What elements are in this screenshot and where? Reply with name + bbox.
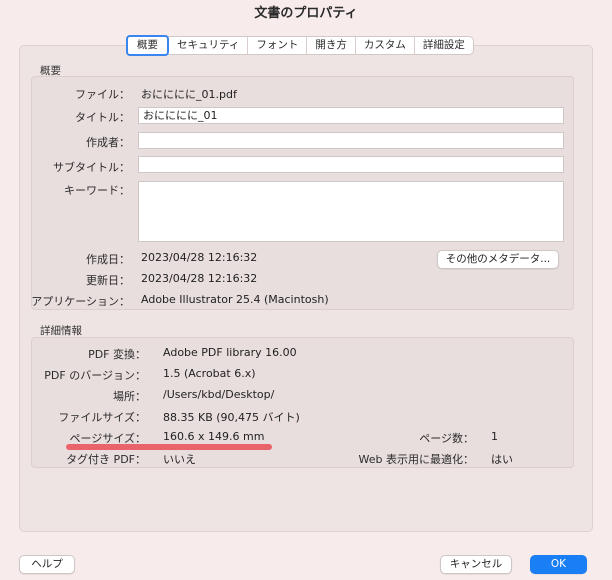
tab-custom[interactable]: カスタム	[356, 37, 415, 54]
location-value: /Users/kbd/Desktop/	[163, 388, 275, 401]
file-size-value: 88.35 KB (90,475 バイト)	[163, 411, 300, 424]
created-value: 2023/04/28 12:16:32	[141, 251, 258, 264]
more-metadata-button[interactable]: その他のメタデータ...	[437, 250, 559, 269]
doc-title-label: タイトル：	[75, 111, 130, 124]
file-label: ファイル：	[75, 88, 130, 101]
location-label: 場所：	[113, 390, 146, 403]
fast-web-view-value: はい	[491, 453, 513, 466]
tagged-pdf-value: いいえ	[163, 453, 196, 466]
file-size-label: ファイルサイズ：	[58, 411, 146, 424]
help-button[interactable]: ヘルプ	[19, 555, 75, 574]
keywords-label: キーワード：	[64, 184, 130, 197]
tab-security[interactable]: セキュリティ	[169, 37, 249, 54]
keywords-field[interactable]	[138, 181, 564, 242]
details-section-title: 詳細情報	[40, 325, 82, 337]
tab-initial-view[interactable]: 開き方	[307, 37, 356, 54]
cancel-button[interactable]: キャンセル	[440, 555, 512, 574]
modified-value: 2023/04/28 12:16:32	[141, 272, 258, 285]
window-title: 文書のプロパティ	[254, 6, 358, 21]
tab-bar: 概要 セキュリティ フォント 開き方 カスタム 詳細設定	[126, 35, 474, 56]
created-label: 作成日：	[86, 253, 130, 266]
tagged-pdf-label: タグ付き PDF：	[66, 453, 146, 466]
pdf-producer-value: Adobe PDF library 16.00	[163, 346, 297, 359]
fast-web-view-label: Web 表示用に最適化：	[358, 453, 474, 466]
file-value: おにににに_01.pdf	[141, 88, 237, 101]
tab-advanced[interactable]: 詳細設定	[415, 37, 473, 54]
application-value: Adobe Illustrator 25.4 (Macintosh)	[141, 293, 329, 306]
page-size-highlight-underline	[66, 444, 272, 450]
modified-label: 更新日：	[86, 274, 130, 287]
tab-summary[interactable]: 概要	[126, 35, 169, 56]
author-field[interactable]	[138, 132, 564, 149]
pdf-version-label: PDF のバージョン：	[44, 369, 146, 382]
page-count-value: 1	[491, 430, 498, 443]
page-size-value: 160.6 x 149.6 mm	[163, 430, 265, 443]
application-label: アプリケーション：	[31, 295, 130, 308]
subtitle-label: サブタイトル：	[53, 161, 130, 174]
tab-fonts[interactable]: フォント	[248, 37, 308, 54]
author-label: 作成者：	[86, 136, 130, 149]
doc-title-field[interactable]: おにににに_01	[138, 107, 564, 124]
ok-button[interactable]: OK	[530, 555, 587, 574]
page-count-label: ページ数：	[419, 432, 474, 445]
pdf-producer-label: PDF 変換：	[88, 348, 146, 361]
subtitle-field[interactable]	[138, 156, 564, 173]
pdf-version-value: 1.5 (Acrobat 6.x)	[163, 367, 256, 380]
